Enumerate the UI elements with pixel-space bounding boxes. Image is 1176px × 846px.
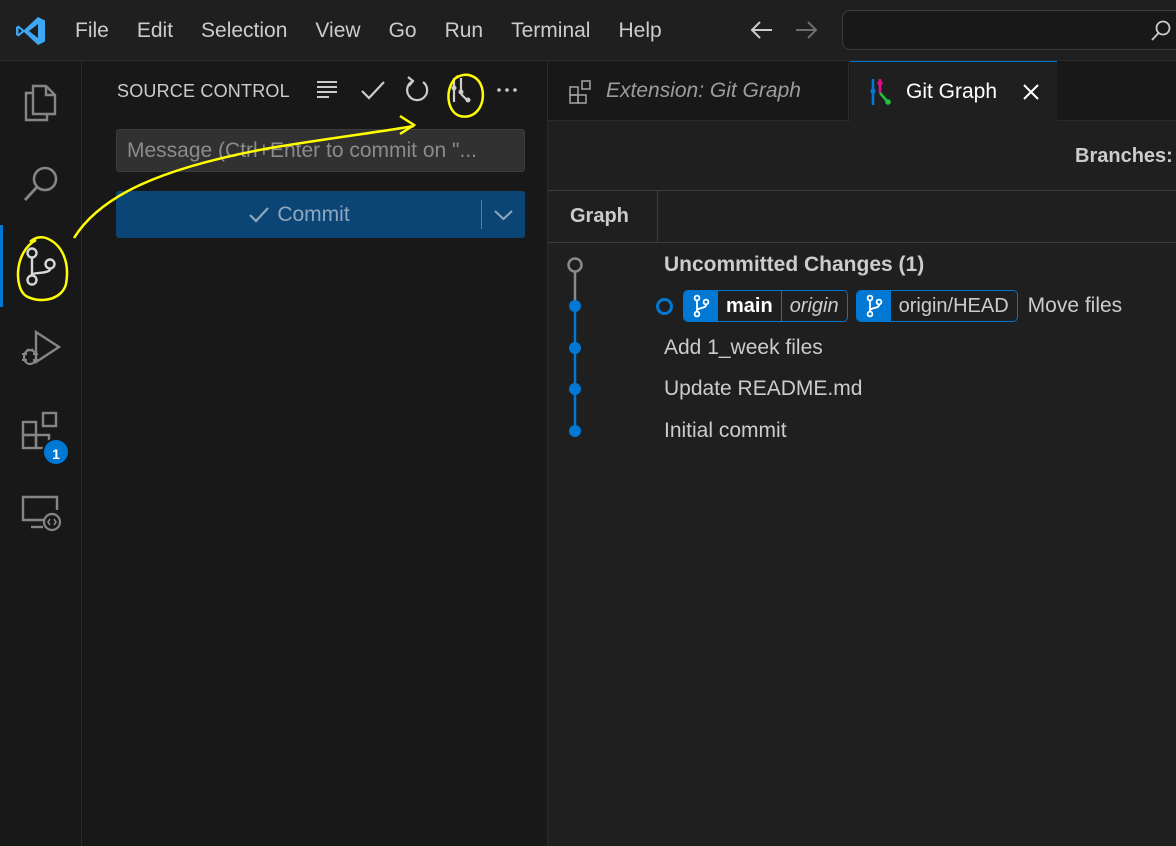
git-graph-icon [451, 78, 471, 103]
close-icon[interactable] [1019, 80, 1043, 104]
commit-node[interactable] [569, 383, 581, 395]
back-arrow-icon[interactable] [748, 16, 776, 44]
view-git-graph-button[interactable] [444, 74, 476, 106]
commit-button[interactable]: Commit [116, 191, 525, 238]
commit-message: Uncommitted Changes (1) [664, 253, 925, 276]
search-activity[interactable] [0, 143, 82, 225]
git-graph-view: Branches: Graph Uncommitted Changes (1) [548, 122, 1176, 846]
menu-terminal[interactable]: Terminal [497, 0, 604, 61]
run-debug-activity[interactable] [0, 307, 82, 389]
menu-go[interactable]: Go [375, 0, 431, 61]
uncommitted-node[interactable] [567, 257, 583, 273]
source-control-panel: SOURCE CONTROL Message (Ctrl+Enter to co… [82, 61, 548, 846]
commit-node[interactable] [569, 342, 581, 354]
menu-edit[interactable]: Edit [123, 0, 187, 61]
branch-ref-origin-head[interactable]: origin/HEAD [855, 290, 1018, 322]
editor-tabs: Extension: Git Graph Git Graph [548, 61, 1176, 122]
check-icon [361, 81, 385, 100]
forward-arrow-icon[interactable] [792, 16, 820, 44]
commit-message: Add 1_week files [664, 336, 823, 359]
branch-ref-main[interactable]: main origin [683, 290, 848, 322]
check-icon [249, 206, 270, 223]
activity-bar: 1 [0, 61, 82, 846]
explorer-activity[interactable] [0, 61, 82, 143]
remote-explorer-icon [21, 495, 62, 532]
commit-check-button[interactable] [357, 74, 389, 106]
git-graph-icon [870, 79, 891, 105]
commit-table-header: Graph [548, 191, 1176, 243]
refresh-icon [406, 76, 429, 102]
column-separator [657, 191, 658, 243]
menu-view[interactable]: View [301, 0, 374, 61]
graph-column-header[interactable]: Graph [570, 205, 629, 228]
list-icon [317, 81, 337, 98]
commit-button-label: Commit [277, 202, 350, 226]
commit-row[interactable]: Initial commit [664, 415, 787, 447]
commit-row[interactable]: Update README.md [664, 373, 862, 405]
search-icon [1151, 20, 1171, 41]
commit-message-input[interactable] [116, 129, 525, 172]
commit-row[interactable]: Add 1_week files [664, 332, 823, 364]
remote-explorer-activity[interactable] [0, 471, 82, 553]
run-debug-icon [22, 329, 62, 366]
commit-row[interactable]: main origin origin/HEAD Move files [656, 290, 1123, 322]
ellipsis-icon [497, 88, 517, 92]
panel-title: SOURCE CONTROL [117, 81, 290, 101]
commit-row[interactable]: Uncommitted Changes (1) [664, 249, 924, 281]
tab-extension-git-graph[interactable]: Extension: Git Graph [548, 61, 849, 121]
vscode-window: File Edit Selection View Go Run Terminal… [0, 0, 1176, 846]
chevron-down-icon[interactable] [482, 191, 525, 238]
commit-main-action[interactable]: Commit [116, 191, 481, 238]
refresh-button[interactable] [401, 74, 433, 106]
branch-icon [856, 291, 891, 321]
vscode-logo-icon [16, 17, 45, 45]
branches-label: Branches: [1075, 145, 1173, 167]
view-as-list-button[interactable] [311, 74, 343, 106]
menu-selection[interactable]: Selection [187, 0, 301, 61]
tab-git-graph[interactable]: Git Graph [850, 61, 1057, 122]
commit-node[interactable] [569, 300, 581, 312]
source-control-activity[interactable] [0, 225, 82, 307]
commit-message: Update README.md [664, 377, 863, 400]
menu-bar: File Edit Selection View Go Run Terminal… [61, 0, 676, 61]
remote-branch-name: origin/HEAD [890, 291, 1017, 321]
more-actions-button[interactable] [491, 74, 523, 106]
commit-message: Move files [1027, 294, 1123, 317]
menu-file[interactable]: File [61, 0, 123, 61]
extensions-icon [569, 80, 591, 104]
extensions-activity[interactable]: 1 [0, 389, 82, 471]
commit-message: Initial commit [664, 419, 787, 442]
tab-label: Git Graph [906, 80, 998, 103]
commit-node[interactable] [569, 425, 581, 437]
branch-icon [684, 291, 718, 321]
command-center-search[interactable] [842, 10, 1176, 50]
files-icon [24, 84, 57, 122]
branch-name: main [718, 291, 782, 321]
menu-help[interactable]: Help [604, 0, 675, 61]
search-icon [23, 166, 58, 201]
head-indicator [656, 297, 673, 315]
title-bar: File Edit Selection View Go Run Terminal… [0, 0, 1176, 61]
commit-graph [567, 257, 583, 437]
tab-label: Extension: Git Graph [606, 79, 801, 102]
menu-run[interactable]: Run [431, 0, 498, 61]
extensions-badge: 1 [42, 438, 70, 466]
remote-name: origin [781, 291, 847, 321]
source-control-icon [26, 247, 56, 286]
